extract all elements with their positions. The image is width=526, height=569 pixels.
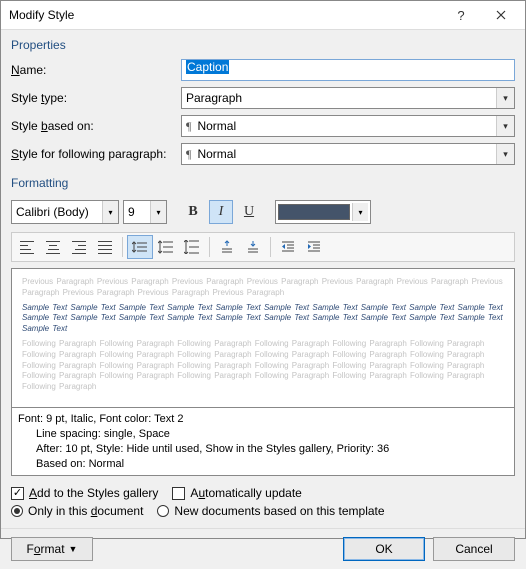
desc-line: After: 10 pt, Style: Hide until used, Sh… [18, 442, 508, 457]
help-button[interactable]: ? [441, 1, 481, 29]
close-button[interactable] [481, 1, 521, 29]
bold-button[interactable]: B [181, 200, 205, 224]
separator [122, 237, 123, 257]
italic-button[interactable]: I [209, 200, 233, 224]
font-size-combo[interactable]: 9 ▾ [123, 200, 167, 224]
titlebar: Modify Style ? [1, 1, 525, 30]
desc-line: Based on: Normal [18, 457, 508, 472]
style-type-combo[interactable]: Paragraph ▾ [181, 87, 515, 109]
indent-increase-button[interactable] [301, 235, 327, 259]
style-description: Font: 9 pt, Italic, Font color: Text 2 L… [11, 408, 515, 476]
pilcrow-icon: ¶ [186, 147, 191, 162]
chevron-down-icon: ▾ [102, 201, 118, 223]
align-justify-button[interactable] [92, 235, 118, 259]
chevron-down-icon: ▾ [150, 201, 166, 223]
desc-line: Font: 9 pt, Italic, Font color: Text 2 [18, 412, 508, 427]
modify-style-dialog: Modify Style ? Properties Name: Caption … [0, 0, 526, 539]
only-this-document-label: Only in this document [28, 504, 143, 518]
font-name-value: Calibri (Body) [16, 205, 89, 219]
based-on-label: Style based on: [11, 119, 181, 133]
pilcrow-icon: ¶ [186, 119, 191, 134]
align-left-button[interactable] [14, 235, 40, 259]
checkbox-checked-icon: ✓ [11, 487, 24, 500]
chevron-down-icon: ▾ [352, 203, 368, 221]
space-before-increase-button[interactable] [214, 235, 240, 259]
new-documents-radio[interactable]: New documents based on this template [157, 504, 384, 518]
auto-update-checkbox[interactable]: Automatically update [172, 486, 301, 500]
chevron-down-icon: ▾ [496, 88, 514, 108]
align-center-button[interactable] [40, 235, 66, 259]
caret-down-icon: ▼ [69, 544, 78, 554]
radio-unselected-icon [157, 505, 169, 517]
name-label: Name: [11, 63, 181, 77]
following-combo[interactable]: ¶ Normal ▾ [181, 143, 515, 165]
preview-pane: Previous Paragraph Previous Paragraph Pr… [11, 268, 515, 408]
cancel-button[interactable]: Cancel [433, 537, 515, 561]
chevron-down-icon: ▾ [496, 116, 514, 136]
preview-sample-text: Sample Text Sample Text Sample Text Samp… [22, 303, 504, 335]
close-icon [496, 10, 506, 20]
separator [270, 237, 271, 257]
formatting-section-label: Formatting [11, 176, 515, 190]
line-spacing-1-button[interactable] [127, 235, 153, 259]
radio-selected-icon [11, 505, 23, 517]
following-value: Normal [197, 147, 236, 161]
add-to-gallery-checkbox[interactable]: ✓ Add to the Styles gallery [11, 486, 158, 500]
ok-button[interactable]: OK [343, 537, 425, 561]
name-value: Caption [186, 60, 229, 74]
separator [209, 237, 210, 257]
align-right-button[interactable] [66, 235, 92, 259]
chevron-down-icon: ▾ [496, 144, 514, 164]
style-type-value: Paragraph [186, 91, 242, 105]
font-color-picker[interactable]: ▾ [275, 200, 371, 224]
auto-update-label: Automatically update [190, 486, 301, 500]
following-label: Style for following paragraph: [11, 147, 181, 161]
line-spacing-2-button[interactable] [179, 235, 205, 259]
color-swatch [278, 204, 350, 220]
paragraph-toolbar [11, 232, 515, 262]
properties-section-label: Properties [11, 38, 515, 52]
indent-decrease-button[interactable] [275, 235, 301, 259]
checkbox-unchecked-icon [172, 487, 185, 500]
based-on-value: Normal [197, 119, 236, 133]
dialog-title: Modify Style [9, 8, 441, 22]
only-this-document-radio[interactable]: Only in this document [11, 504, 143, 518]
desc-line: Line spacing: single, Space [18, 427, 508, 442]
preview-prev-text: Previous Paragraph Previous Paragraph Pr… [22, 277, 504, 299]
font-name-combo[interactable]: Calibri (Body) ▾ [11, 200, 119, 224]
new-documents-label: New documents based on this template [174, 504, 384, 518]
add-to-gallery-label: Add to the Styles gallery [29, 486, 158, 500]
format-menu-button[interactable]: Format▼ [11, 537, 93, 561]
name-input[interactable]: Caption [181, 59, 515, 81]
underline-button[interactable]: U [237, 200, 261, 224]
space-before-decrease-button[interactable] [240, 235, 266, 259]
font-size-value: 9 [128, 205, 135, 219]
style-type-label: Style type: [11, 91, 181, 105]
preview-next-text: Following Paragraph Following Paragraph … [22, 339, 504, 393]
line-spacing-1.5-button[interactable] [153, 235, 179, 259]
based-on-combo[interactable]: ¶ Normal ▾ [181, 115, 515, 137]
